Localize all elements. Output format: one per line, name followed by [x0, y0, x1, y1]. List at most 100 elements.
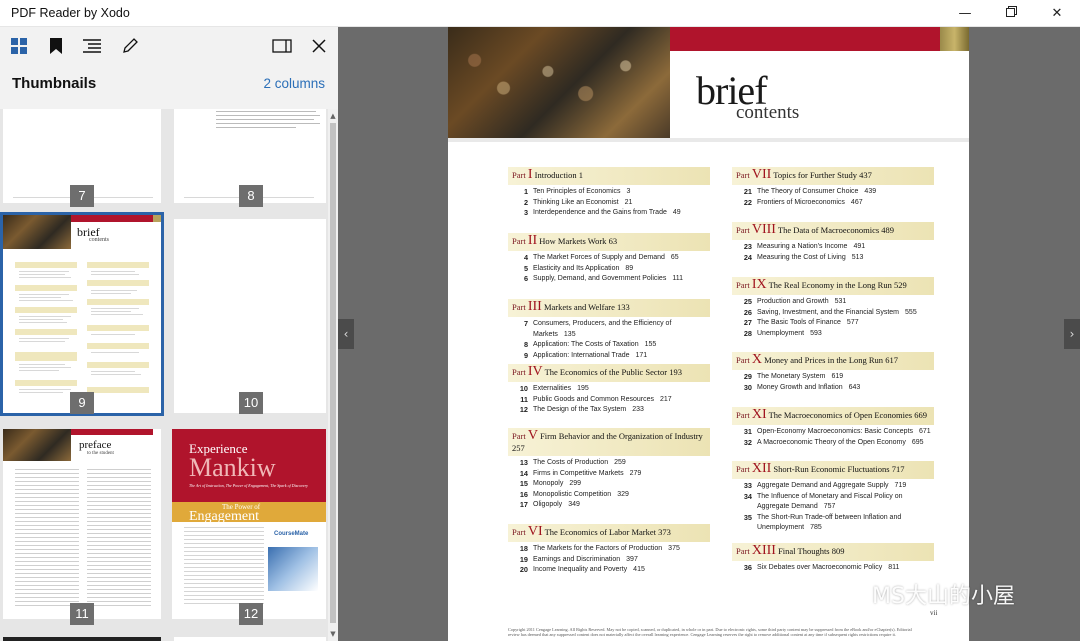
- toc-chapter[interactable]: 14 Firms in Competitive Markets 279: [508, 469, 710, 480]
- toc-part-heading[interactable]: Part VI The Economics of Labor Market 37…: [508, 524, 710, 542]
- chapter-title-text: The Monetary System: [757, 373, 826, 380]
- chapter-title: Application: International Trade 171: [533, 351, 647, 362]
- thumbnail-page-13[interactable]: [3, 637, 161, 641]
- toc-part-heading[interactable]: Part II How Markets Work 63: [508, 233, 710, 251]
- toc-chapter[interactable]: 13 The Costs of Production 259: [508, 458, 710, 469]
- outline-tab[interactable]: [80, 34, 104, 58]
- toc-part-heading[interactable]: Part XIII Final Thoughts 809: [732, 543, 934, 561]
- thumbnail-page-11[interactable]: preface to the student: [3, 429, 161, 619]
- chapter-page: 757: [823, 503, 836, 510]
- toc-part: Part VIII The Data of Macroeconomics 489…: [732, 222, 934, 263]
- chapter-page: 397: [626, 555, 638, 563]
- toc-part-heading[interactable]: Part VIII The Data of Macroeconomics 489: [732, 222, 934, 240]
- next-page-button[interactable]: ›: [1064, 319, 1080, 349]
- toc-chapter[interactable]: 3 Interdependence and the Gains from Trad…: [508, 208, 710, 219]
- toc-chapter[interactable]: 31 Open-Economy Macroeconomics: Basic Con…: [732, 427, 934, 438]
- toc-chapter[interactable]: 20 Income Inequality and Poverty 415: [508, 565, 710, 576]
- scrollbar-thumb[interactable]: [330, 123, 336, 623]
- toc-part-heading[interactable]: Part IV The Economics of the Public Sect…: [508, 364, 710, 382]
- toc-part-heading[interactable]: Part I Introduction 1: [508, 167, 710, 185]
- toc-part-heading[interactable]: Part IX The Real Economy in the Long Run…: [732, 277, 934, 295]
- chapter-title-text: Application: The Costs of Taxation: [533, 341, 639, 348]
- toc-chapter[interactable]: 19 Earnings and Discrimination 397: [508, 555, 710, 566]
- toc-chapter[interactable]: 21 The Theory of Consumer Choice 439: [732, 187, 934, 198]
- chapter-title: Interdependence and the Gains from Trade…: [533, 208, 681, 219]
- part-number: III: [527, 299, 542, 314]
- toc-chapter[interactable]: 4 The Market Forces of Supply and Demand 6…: [508, 253, 710, 264]
- thumbnail-page-9[interactable]: brief contents: [0, 212, 164, 416]
- document-viewer[interactable]: ‹ › brief contents Part I Introduction 1…: [338, 27, 1080, 641]
- toc-chapter[interactable]: 11 Public Goods and Common Resources 217: [508, 395, 710, 406]
- toc-chapter[interactable]: 1 Ten Principles of Economics 3: [508, 187, 710, 198]
- toc-chapter[interactable]: 29 The Monetary System 619: [732, 372, 934, 383]
- toc-chapter[interactable]: 33 Aggregate Demand and Aggregate Supply 7…: [732, 481, 934, 492]
- thumbnail-page-14[interactable]: [174, 637, 326, 641]
- thumbnails-tab[interactable]: [7, 34, 31, 58]
- part-title: Money and Prices in the Long Run: [764, 355, 884, 365]
- toc-chapter[interactable]: 25 Production and Growth 531: [732, 297, 934, 308]
- toc-chapter[interactable]: 32 A Macroeconomic Theory of the Open Eco…: [732, 438, 934, 449]
- thumbnail-scrollbar[interactable]: ▲ ▼: [328, 109, 338, 641]
- part-title: The Real Economy in the Long Run: [768, 280, 892, 290]
- part-word: Part: [736, 170, 750, 180]
- toc-chapter[interactable]: 10 Externalities 195: [508, 384, 710, 395]
- chapter-number: 31: [743, 427, 752, 436]
- toc-chapter[interactable]: 8 Application: The Costs of Taxation 155: [508, 340, 710, 351]
- part-number: XI: [751, 407, 767, 422]
- thumbnail-page-10[interactable]: [174, 219, 326, 413]
- toc-chapter[interactable]: 35 The Short-Run Trade-off between Inflat…: [732, 513, 934, 534]
- toc-part-heading[interactable]: Part III Markets and Welfare 133: [508, 299, 710, 317]
- part-word: Part: [512, 431, 526, 441]
- chapter-title-text: Application: International Trade: [533, 351, 630, 359]
- scroll-down-icon[interactable]: ▼: [328, 629, 338, 639]
- toc-chapter[interactable]: 26 Saving, Investment, and the Financial …: [732, 308, 934, 319]
- part-word: Part: [736, 225, 750, 235]
- toc-chapter[interactable]: 18 The Markets for the Factors of Product…: [508, 544, 710, 555]
- chapter-title: Monopoly 299: [533, 479, 581, 490]
- columns-toggle[interactable]: 2 columns: [263, 76, 325, 91]
- close-panel-button[interactable]: [307, 34, 331, 58]
- close-window-button[interactable]: ✕: [1034, 0, 1080, 27]
- toc-chapter[interactable]: 36 Six Debates over Macroeconomic Policy 8…: [732, 563, 934, 574]
- part-title: Topics for Further Study: [773, 170, 857, 180]
- toc-part-heading[interactable]: Part X Money and Prices in the Long Run …: [732, 352, 934, 370]
- chapter-title-text: Aggregate Demand and Aggregate Supply: [757, 482, 889, 489]
- toc-part-heading[interactable]: Part VII Topics for Further Study 437: [732, 167, 934, 185]
- part-word: Part: [512, 302, 526, 312]
- minimize-button[interactable]: —: [942, 0, 988, 27]
- maximize-button[interactable]: [988, 0, 1034, 27]
- outline-icon: [83, 39, 101, 53]
- toc-chapter[interactable]: 9 Application: International Trade 171: [508, 351, 710, 362]
- previous-page-button[interactable]: ‹: [338, 319, 354, 349]
- chapter-number: 28: [743, 328, 752, 338]
- page-number-badge: 10: [239, 392, 263, 414]
- toc-part-heading[interactable]: Part V Firm Behavior and the Organizatio…: [508, 428, 710, 456]
- part-title: Markets and Welfare: [543, 302, 615, 312]
- bookmarks-tab[interactable]: [44, 34, 68, 58]
- toc-chapter[interactable]: 2 Thinking Like an Economist 21: [508, 198, 710, 209]
- panel-layout-button[interactable]: [270, 34, 294, 58]
- toc-chapter[interactable]: 15 Monopoly 299: [508, 479, 710, 490]
- annotations-tab[interactable]: [118, 34, 142, 58]
- toc-chapter[interactable]: 17 Oligopoly 349: [508, 500, 710, 511]
- toc-chapter[interactable]: 7 Consumers, Producers, and the Efficienc…: [508, 319, 710, 340]
- toc-chapter[interactable]: 12 The Design of the Tax System 233: [508, 405, 710, 416]
- toc-chapter[interactable]: 6 Supply, Demand, and Government Policies…: [508, 274, 710, 285]
- toc-chapter[interactable]: 34 The Influence of Monetary and Fiscal P…: [732, 492, 934, 513]
- toc-chapter[interactable]: 28 Unemployment 593: [732, 329, 934, 340]
- chapter-title: Thinking Like an Economist 21: [533, 198, 632, 209]
- toc-chapter[interactable]: 30 Money Growth and Inflation 643: [732, 383, 934, 394]
- part-title: How Markets Work: [539, 236, 607, 246]
- thumbnail-page-12[interactable]: Experience Mankiw The Art of Instruction…: [172, 429, 326, 619]
- toc-chapter[interactable]: 24 Measuring the Cost of Living 513: [732, 253, 934, 264]
- scroll-up-icon[interactable]: ▲: [328, 111, 338, 121]
- toc-chapter[interactable]: 27 The Basic Tools of Finance 577: [732, 318, 934, 329]
- toc-chapter[interactable]: 16 Monopolistic Competition 329: [508, 490, 710, 501]
- toc-part-heading[interactable]: Part XII Short-Run Economic Fluctuations…: [732, 461, 934, 479]
- toc-chapter[interactable]: 5 Elasticity and Its Application 89: [508, 264, 710, 275]
- chapter-title: Money Growth and Inflation 643: [757, 383, 860, 394]
- chapter-title: Saving, Investment, and the Financial Sy…: [757, 308, 917, 319]
- toc-chapter[interactable]: 23 Measuring a Nation's Income 491: [732, 242, 934, 253]
- toc-part-heading[interactable]: Part XI The Macroeconomics of Open Econo…: [732, 407, 934, 425]
- toc-chapter[interactable]: 22 Frontiers of Microeconomics 467: [732, 198, 934, 209]
